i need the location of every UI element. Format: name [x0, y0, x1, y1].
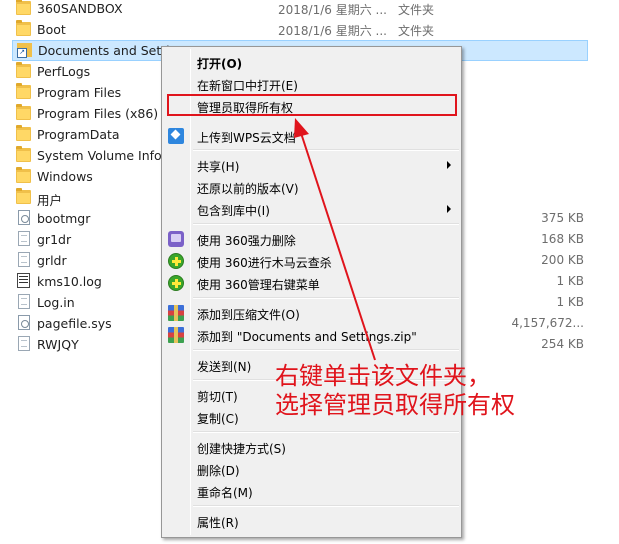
menu-item-label: 在新窗口中打开(E): [197, 79, 298, 93]
menu-item-upload-wps[interactable]: 上传到WPS云文档: [164, 125, 459, 147]
file-size: 200 KB: [541, 253, 584, 267]
menu-item-delete[interactable]: 删除(D): [164, 458, 459, 480]
menu-item-label: 剪切(T): [197, 390, 238, 404]
file-name: kms10.log: [37, 274, 102, 289]
file-size: 254 KB: [541, 337, 584, 351]
submenu-arrow-icon: [447, 205, 451, 213]
menu-item-label: 使用 360强力删除: [197, 234, 296, 248]
file-date: 2018/1/6 星期六 ...: [278, 3, 387, 17]
file-date: 2018/1/6 星期六 ...: [278, 24, 387, 38]
menu-item-360-trojan-scan[interactable]: 使用 360进行木马云查杀: [164, 250, 459, 272]
folder-icon: [16, 104, 31, 120]
annotation-text: 右键单击该文件夹， 选择管理员取得所有权: [275, 362, 515, 420]
file-icon: [18, 294, 30, 309]
log-file-icon: [17, 273, 30, 288]
file-size: 375 KB: [541, 211, 584, 225]
file-name: 用户: [37, 193, 63, 208]
file-name: ProgramData: [37, 127, 120, 142]
context-menu: 打开(O) 在新窗口中打开(E) 管理员取得所有权 上传到WPS云文档 共享(H…: [161, 46, 462, 538]
folder-icon: [16, 0, 31, 15]
menu-item-label: 使用 360管理右键菜单: [197, 278, 320, 292]
file-icon: [18, 231, 30, 246]
file-name: Boot: [37, 22, 66, 37]
menu-item-restore-previous[interactable]: 还原以前的版本(V): [164, 176, 459, 198]
menu-item-label: 打开(O): [197, 57, 243, 71]
submenu-arrow-icon: [447, 161, 451, 169]
file-name: 360SANDBOX: [37, 1, 123, 16]
menu-item-add-to-zip[interactable]: 添加到 "Documents and Settings.zip": [164, 324, 459, 346]
file-size: 4,157,672...: [511, 316, 584, 330]
menu-item-label: 发送到(N): [197, 360, 252, 374]
file-name: Log.in: [37, 295, 75, 310]
file-name: System Volume Infor: [37, 148, 167, 163]
360-shredder-icon: [168, 231, 184, 247]
menu-item-label: 上传到WPS云文档: [197, 131, 296, 145]
system-file-icon: [18, 315, 30, 330]
file-name: Program Files: [37, 85, 122, 100]
file-type: 文件夹: [398, 24, 435, 38]
folder-icon: [16, 188, 31, 204]
menu-separator: [193, 505, 459, 507]
file-name: pagefile.sys: [37, 316, 112, 331]
menu-item-360-manage-menu[interactable]: 使用 360管理右键菜单: [164, 272, 459, 294]
folder-icon: [16, 62, 31, 78]
360-security-icon: [168, 253, 184, 269]
file-row-360sandbox[interactable]: 360SANDBOX 2018/1/6 星期六 ... 文件夹: [10, 0, 610, 19]
menu-item-label: 删除(D): [197, 464, 240, 478]
menu-item-add-to-archive[interactable]: 添加到压缩文件(O): [164, 302, 459, 324]
menu-item-properties[interactable]: 属性(R): [164, 510, 459, 532]
file-name: grldr: [37, 253, 67, 268]
file-name: Program Files (x86): [37, 106, 159, 121]
360-security-icon: [168, 275, 184, 291]
annotation-line-1: 右键单击该文件夹，: [275, 362, 491, 390]
menu-item-open[interactable]: 打开(O): [164, 51, 459, 73]
highlight-box: [167, 94, 457, 116]
file-size: 168 KB: [541, 232, 584, 246]
winrar-icon: [168, 305, 184, 321]
folder-shortcut-icon: [17, 43, 32, 58]
menu-item-label: 使用 360进行木马云查杀: [197, 256, 332, 270]
winrar-icon: [168, 327, 184, 343]
menu-item-label: 共享(H): [197, 160, 240, 174]
menu-item-share[interactable]: 共享(H): [164, 154, 459, 176]
menu-item-label: 添加到压缩文件(O): [197, 308, 300, 322]
file-size: 1 KB: [556, 295, 584, 309]
file-name: RWJQY: [37, 337, 79, 352]
menu-item-label: 添加到 "Documents and Settings.zip": [197, 330, 417, 344]
file-name: Windows: [37, 169, 93, 184]
menu-item-label: 重命名(M): [197, 486, 253, 500]
menu-item-label: 创建快捷方式(S): [197, 442, 286, 456]
folder-icon: [16, 146, 31, 162]
annotation-line-2: 选择管理员取得所有权: [275, 391, 515, 419]
menu-item-360-force-delete[interactable]: 使用 360强力删除: [164, 228, 459, 250]
menu-separator: [193, 223, 459, 225]
menu-item-label: 还原以前的版本(V): [197, 182, 299, 196]
menu-separator: [193, 149, 459, 151]
menu-separator: [193, 349, 459, 351]
menu-item-open-new-window[interactable]: 在新窗口中打开(E): [164, 73, 459, 95]
file-name: bootmgr: [37, 211, 91, 226]
menu-separator: [193, 297, 459, 299]
file-size: 1 KB: [556, 274, 584, 288]
menu-item-include-in-library[interactable]: 包含到库中(I): [164, 198, 459, 220]
file-icon: [18, 252, 30, 267]
wps-cloud-icon: [168, 128, 184, 144]
menu-item-label: 属性(R): [197, 516, 239, 530]
file-type: 文件夹: [398, 3, 435, 17]
menu-separator: [193, 431, 459, 433]
folder-icon: [16, 167, 31, 183]
menu-item-label: 复制(C): [197, 412, 239, 426]
menu-item-rename[interactable]: 重命名(M): [164, 480, 459, 502]
file-name: gr1dr: [37, 232, 72, 247]
file-icon: [18, 336, 30, 351]
menu-item-label: 包含到库中(I): [197, 204, 270, 218]
system-file-icon: [18, 210, 30, 225]
file-name: PerfLogs: [37, 64, 91, 79]
file-row-boot[interactable]: Boot 2018/1/6 星期六 ... 文件夹: [10, 19, 610, 40]
menu-item-create-shortcut[interactable]: 创建快捷方式(S): [164, 436, 459, 458]
folder-icon: [16, 20, 31, 36]
folder-icon: [16, 125, 31, 141]
folder-icon: [16, 83, 31, 99]
